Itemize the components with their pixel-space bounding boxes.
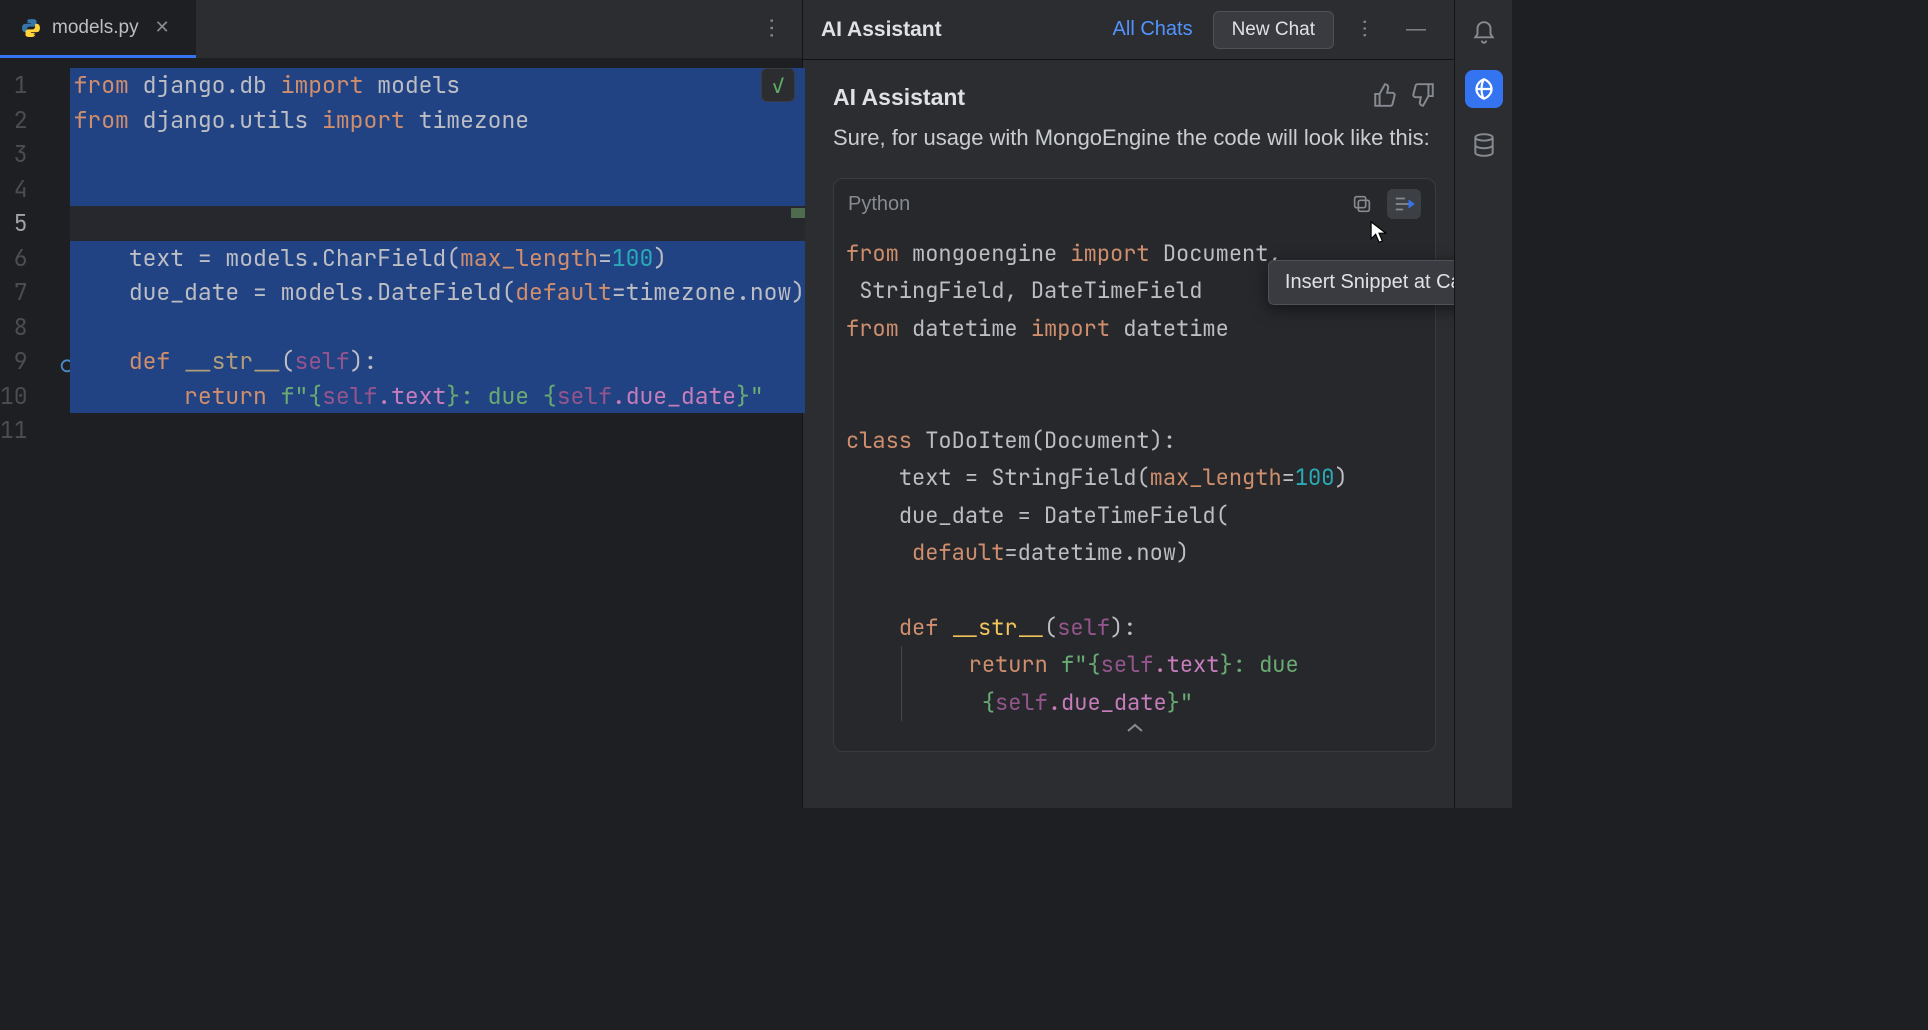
tab-close-icon[interactable]: ✕: [149, 13, 176, 42]
right-tool-strip: [1454, 0, 1512, 808]
tab-filename: models.py: [52, 17, 139, 39]
insert-snippet-icon[interactable]: [1387, 189, 1421, 219]
minimize-icon[interactable]: —: [1396, 12, 1436, 47]
tab-strip: models.py ✕ ⋯: [0, 0, 802, 60]
code-language-label: Python: [848, 193, 1345, 216]
editor-pane: models.py ✕ ⋯ 1234 5678 91011 from djang…: [0, 0, 802, 808]
expand-chevron-icon[interactable]: [1125, 710, 1145, 747]
thumbs-up-icon[interactable]: [1372, 82, 1398, 113]
database-tool-icon[interactable]: [1465, 126, 1503, 164]
copy-code-icon[interactable]: [1345, 189, 1379, 219]
gutter: 1234 5678 91011: [0, 60, 70, 808]
message-text: Sure, for usage with MongoEngine the cod…: [833, 121, 1436, 154]
message-author: AI Assistant: [833, 84, 1372, 111]
all-chats-link[interactable]: All Chats: [1103, 12, 1203, 47]
tooltip-insert-snippet: Insert Snippet at Caret: [1268, 260, 1454, 305]
ai-assistant-pane: AI Assistant All Chats New Chat ⋯ — AI A…: [802, 0, 1454, 808]
current-line-highlight: [70, 206, 805, 241]
thumbs-down-icon[interactable]: [1410, 82, 1436, 113]
ai-header-menu-icon[interactable]: ⋯: [1344, 11, 1386, 48]
app-root: models.py ✕ ⋯ 1234 5678 91011 from djang…: [0, 0, 1512, 808]
editor-body[interactable]: 1234 5678 91011 from django.db import mo…: [0, 60, 802, 808]
ai-header-title: AI Assistant: [821, 18, 942, 42]
ai-header: AI Assistant All Chats New Chat ⋯ —: [803, 0, 1454, 60]
message-header: AI Assistant: [833, 82, 1436, 113]
ai-body: AI Assistant Sure, for usage with MongoE…: [803, 60, 1454, 808]
python-file-icon: [20, 17, 42, 39]
tab-models-py[interactable]: models.py ✕: [0, 0, 196, 58]
inspection-ok-icon[interactable]: ✓: [761, 68, 795, 102]
code-area[interactable]: from django.db import models from django…: [70, 60, 805, 808]
mouse-cursor-icon: [1370, 220, 1388, 244]
new-chat-button[interactable]: New Chat: [1213, 11, 1334, 49]
notifications-icon[interactable]: [1465, 14, 1503, 52]
tab-strip-menu-icon[interactable]: ⋯: [759, 17, 785, 41]
ai-assistant-tool-icon[interactable]: [1465, 70, 1503, 108]
